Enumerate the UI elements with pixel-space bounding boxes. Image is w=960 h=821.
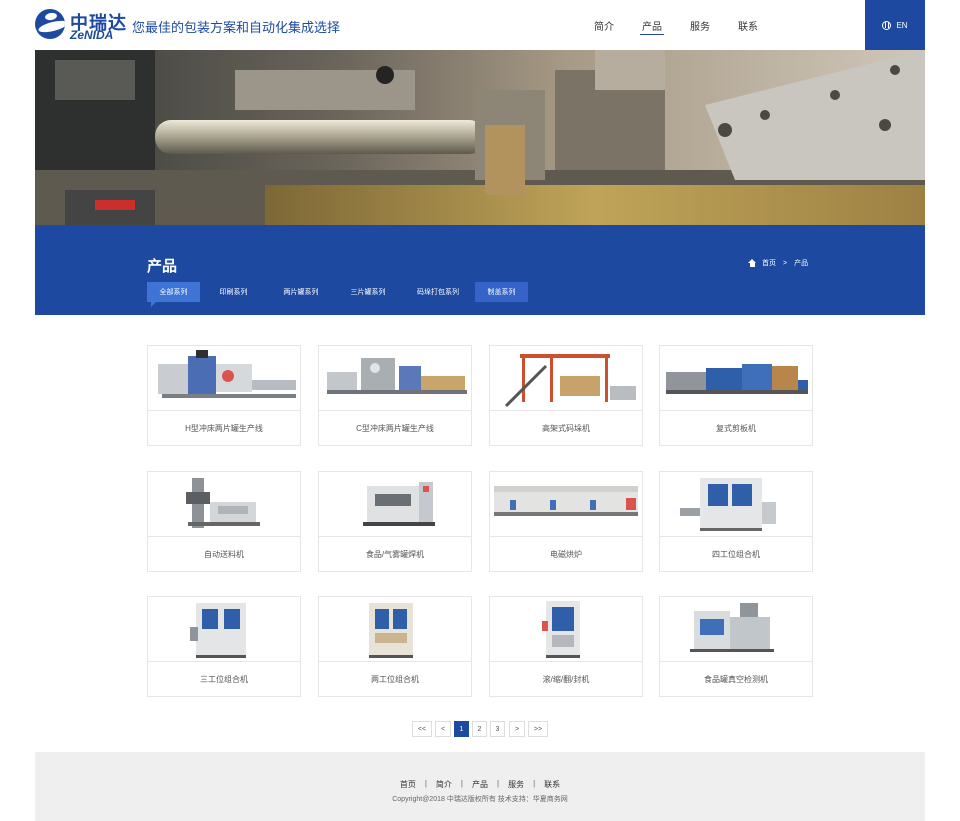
product-name: H型冲床两片罐生产线 xyxy=(185,423,263,433)
vacuum-tester-icon xyxy=(660,597,812,661)
tab-two-piece-can-series[interactable]: 两片罐系列 xyxy=(271,282,331,302)
page-title: 产品 xyxy=(147,258,178,275)
breadcrumb: 首页 > 产品 xyxy=(748,258,808,268)
footer-link-intro[interactable]: 简介 xyxy=(436,779,452,790)
footer-separator: | xyxy=(497,779,500,788)
product-card[interactable]: 食品罐真空检测机 xyxy=(659,596,813,697)
product-card[interactable]: C型冲床两片罐生产线 xyxy=(318,345,472,446)
palletizer-icon xyxy=(490,346,642,410)
pagination-first-button[interactable]: << xyxy=(412,721,432,737)
site-header: 中瑞达 ZeNIDA 您最佳的包装方案和自动化集成选择 简介 产品 服务 联系 … xyxy=(0,0,960,50)
breadcrumb-separator: > xyxy=(783,259,788,267)
footer-separator: | xyxy=(460,779,463,788)
footer-separator: | xyxy=(533,779,536,788)
copyright-text: Copyright@2018 中瑞达版权所有 技术支持：华夏商务网 xyxy=(392,796,568,803)
tab-printing-series[interactable]: 印刷系列 xyxy=(207,282,260,302)
combination-machine-icon xyxy=(319,597,471,661)
pagination-page-2[interactable]: 2 xyxy=(472,721,487,737)
product-card[interactable]: 两工位组合机 xyxy=(318,596,472,697)
page-title-band: 产品 首页 > 产品 全部系列 印刷系列 两片罐系列 三片罐系列 码垛打包系列 … xyxy=(35,225,925,315)
tab-all-series[interactable]: 全部系列 xyxy=(147,282,200,307)
tab-lid-making-series[interactable]: 制盖系列 xyxy=(475,282,528,302)
shear-machine-icon xyxy=(660,346,812,410)
product-name: 电磁烘炉 xyxy=(550,549,582,559)
breadcrumb-home-link[interactable]: 首页 xyxy=(762,258,776,268)
product-name: 食品/气雾罐焊机 xyxy=(365,549,425,559)
tab-three-piece-can-series[interactable]: 三片罐系列 xyxy=(338,282,398,302)
footer-link-products[interactable]: 产品 xyxy=(472,779,488,790)
welder-icon xyxy=(319,472,471,536)
product-name: 自动送料机 xyxy=(204,549,244,559)
nav-item-contact[interactable]: 联系 xyxy=(724,0,772,50)
press-line-icon xyxy=(319,346,471,410)
language-switch-button[interactable]: EN xyxy=(865,0,925,50)
product-card[interactable]: 食品/气雾罐焊机 xyxy=(318,471,472,572)
company-logo[interactable]: 中瑞达 ZeNIDA xyxy=(35,9,126,42)
product-card[interactable]: 复式剪板机 xyxy=(659,345,813,446)
language-label: EN xyxy=(896,20,908,30)
product-card[interactable]: 三工位组合机 xyxy=(147,596,301,697)
footer-link-service[interactable]: 服务 xyxy=(508,779,524,790)
site-footer: 首页 | 简介 | 产品 | 服务 | 联系 Copyright@2018 中瑞… xyxy=(35,752,925,821)
pagination-next-button[interactable]: > xyxy=(509,721,525,737)
breadcrumb-current: 产品 xyxy=(794,260,809,267)
machinery-photo xyxy=(35,50,925,225)
globe-icon xyxy=(882,20,892,30)
footer-link-contact[interactable]: 联系 xyxy=(544,779,560,790)
product-name: 三工位组合机 xyxy=(200,674,248,684)
main-nav: 简介 产品 服务 联系 xyxy=(580,0,772,50)
logo-english-name: ZeNIDA xyxy=(70,28,114,42)
footer-links: 首页 | 简介 | 产品 | 服务 | 联系 xyxy=(35,779,925,790)
pagination-last-button[interactable]: >> xyxy=(528,721,548,737)
site-slogan: 您最佳的包装方案和自动化集成选择 xyxy=(132,20,341,35)
tab-palletizing-packing-series[interactable]: 码垛打包系列 xyxy=(406,282,470,302)
pagination-prev-button[interactable]: < xyxy=(435,721,451,737)
seamer-icon xyxy=(490,597,642,661)
footer-separator: | xyxy=(424,779,427,788)
combination-machine-icon xyxy=(660,472,812,536)
hero-banner-image xyxy=(35,50,925,225)
product-card[interactable]: 电磁烘炉 xyxy=(489,471,643,572)
nav-item-service[interactable]: 服务 xyxy=(676,0,724,50)
product-card[interactable]: 四工位组合机 xyxy=(659,471,813,572)
product-name: 食品罐真空检测机 xyxy=(704,674,768,684)
product-name: 复式剪板机 xyxy=(716,423,756,433)
product-name: 滚/缩/翻/封机 xyxy=(542,674,590,684)
oven-icon xyxy=(490,472,642,536)
product-card[interactable]: 高架式码垛机 xyxy=(489,345,643,446)
home-icon xyxy=(748,259,757,267)
product-name: 两工位组合机 xyxy=(371,674,419,684)
product-name: 四工位组合机 xyxy=(712,549,760,559)
product-card[interactable]: 滚/缩/翻/封机 xyxy=(489,596,643,697)
pagination-page-3[interactable]: 3 xyxy=(490,721,505,737)
product-card[interactable]: 自动送料机 xyxy=(147,471,301,572)
pagination-page-1[interactable]: 1 xyxy=(454,721,469,737)
combination-machine-icon xyxy=(148,597,300,661)
product-card[interactable]: H型冲床两片罐生产线 xyxy=(147,345,301,446)
logo-mark-icon xyxy=(35,9,65,39)
line-machine-icon xyxy=(148,346,300,410)
nav-item-intro[interactable]: 简介 xyxy=(580,0,628,50)
product-name: 高架式码垛机 xyxy=(542,423,590,433)
product-name: C型冲床两片罐生产线 xyxy=(356,423,434,433)
nav-item-products[interactable]: 产品 xyxy=(628,0,676,50)
feeder-icon xyxy=(148,472,300,536)
footer-link-home[interactable]: 首页 xyxy=(400,779,416,790)
